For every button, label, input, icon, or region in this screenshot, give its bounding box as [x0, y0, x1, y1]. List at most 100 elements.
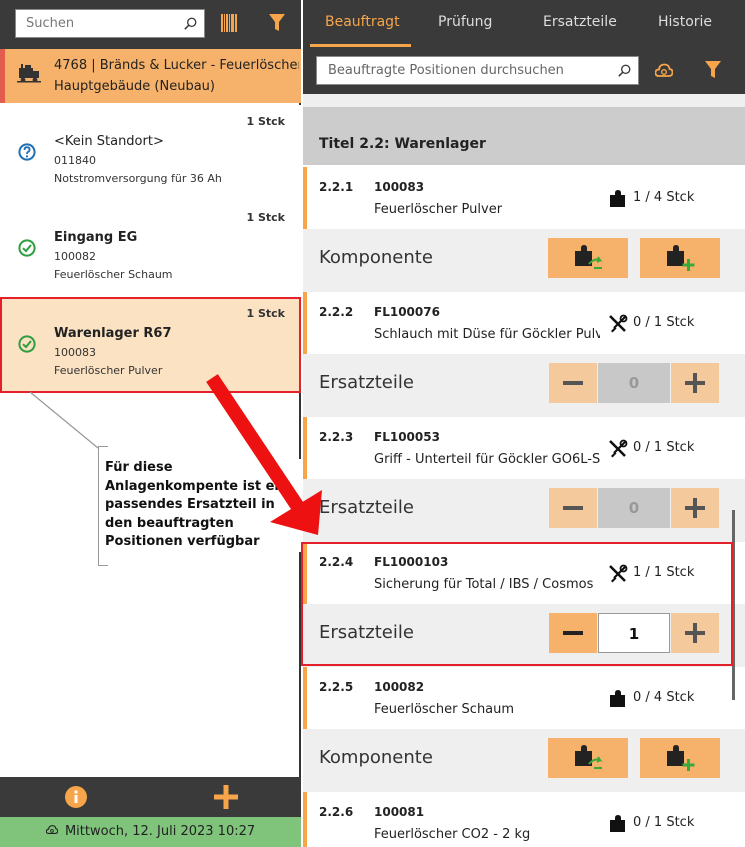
quantity-value[interactable]: 0 [598, 363, 670, 403]
position-number: 2.2.3 [319, 430, 354, 444]
filter-icon[interactable] [705, 61, 721, 79]
location-number: 100083 [54, 346, 96, 359]
question-icon [18, 143, 36, 161]
decrement-button[interactable] [549, 363, 597, 403]
component-swap-button[interactable] [548, 738, 628, 778]
search-icon[interactable] [618, 64, 631, 77]
info-icon[interactable] [65, 786, 87, 808]
location-name: Warenlager R67 [54, 326, 172, 341]
location-desc: Notstromversorgung für 36 Ah [54, 172, 222, 185]
position-article: FL1000103 [374, 555, 449, 569]
spare-parts-label: Ersatzteile [319, 372, 414, 393]
add-icon[interactable] [214, 785, 238, 809]
spare-parts-row: Ersatzteile 0 [303, 479, 745, 542]
position-row[interactable]: 2.2.2 FL100076 Schlauch mit Düse für Göc… [303, 292, 745, 354]
component-swap-button[interactable] [548, 238, 628, 278]
decrement-button[interactable] [549, 488, 597, 528]
cloud-sync-icon[interactable] [655, 62, 673, 80]
location-name: Eingang EG [54, 230, 138, 245]
position-row[interactable]: 2.2.5 100082 Feuerlöscher Schaum 0 / 4 S… [303, 667, 745, 729]
position-number: 2.2.1 [319, 180, 354, 194]
section-title: Titel 2.2: Warenlager [303, 107, 745, 165]
location-item-selected[interactable]: 1 Stck Warenlager R67 100083 Feuerlösche… [0, 297, 301, 393]
barcode-icon[interactable] [221, 14, 237, 32]
location-item[interactable]: 1 Stck <Kein Standort> 011840 Notstromve… [0, 105, 301, 201]
positions-toolbar: Beauftragte Positionen durchsuchen [303, 49, 745, 94]
cloud-sync-icon [45, 825, 58, 834]
left-panel: Suchen 4768 | Bränds & Lucker - Feuerlös… [0, 0, 305, 847]
tab-beauftragt[interactable]: Beauftragt [325, 14, 400, 30]
increment-button[interactable] [671, 363, 719, 403]
position-number: 2.2.6 [319, 805, 354, 819]
position-desc: Schlauch mit Düse für Göckler Pulverlösc… [374, 327, 600, 342]
location-qty: 1 Stck [246, 115, 286, 128]
sync-status-bar: Mittwoch, 12. Juli 2023 10:27 [0, 817, 301, 847]
component-label: Komponente [319, 747, 433, 768]
positions-search-placeholder: Beauftragte Positionen durchsuchen [328, 63, 564, 78]
position-qty: 1 / 1 Stck [633, 565, 695, 580]
location-item[interactable]: 1 Stck Eingang EG 100082 Feuerlöscher Sc… [0, 201, 301, 297]
scrollbar[interactable] [732, 510, 735, 700]
tools-icon [609, 564, 628, 583]
tab-pruefung[interactable]: Prüfung [438, 14, 492, 30]
position-article: 100083 [374, 180, 425, 194]
spare-parts-row: Ersatzteile 1 [303, 604, 745, 667]
active-tab-indicator [310, 44, 411, 47]
component-add-button[interactable] [640, 238, 720, 278]
left-toolbar: Suchen [0, 0, 301, 49]
tab-ersatzteile[interactable]: Ersatzteile [543, 14, 617, 30]
location-name: <Kein Standort> [54, 134, 164, 149]
quantity-value[interactable]: 0 [598, 488, 670, 528]
spare-parts-label: Ersatzteile [319, 497, 414, 518]
annotation-note: Für diese Anlagenkompente ist ein passen… [105, 459, 305, 552]
spare-parts-row: Ersatzteile 0 [303, 354, 745, 417]
position-qty: 0 / 1 Stck [633, 315, 695, 330]
search-icon[interactable] [184, 17, 197, 30]
position-row[interactable]: 2.2.1 100083 Feuerlöscher Pulver 1 / 4 S… [303, 167, 745, 229]
positions-search-input[interactable]: Beauftragte Positionen durchsuchen [316, 56, 639, 85]
spare-parts-label: Ersatzteile [319, 622, 414, 643]
position-row[interactable]: 2.2.6 100081 Feuerlöscher CO2 - 2 kg 0 /… [303, 792, 745, 847]
position-qty: 1 / 4 Stck [633, 190, 695, 205]
tools-icon [609, 439, 628, 458]
status-text: Mittwoch, 12. Juli 2023 10:27 [64, 824, 256, 839]
quantity-value[interactable]: 1 [598, 613, 670, 653]
position-article: 100081 [374, 805, 425, 819]
position-desc: Feuerlöscher Pulver [374, 202, 503, 217]
position-number: 2.2.4 [319, 555, 354, 569]
position-article: FL100053 [374, 430, 440, 444]
puzzle-icon [610, 190, 625, 207]
check-circle-icon [18, 335, 36, 353]
position-number: 2.2.2 [319, 305, 354, 319]
positions-list: Titel 2.2: Warenlager 2.2.1 100083 Feuer… [303, 94, 745, 847]
increment-button[interactable] [671, 488, 719, 528]
component-row: Komponente [303, 229, 745, 292]
customer-header[interactable]: 4768 | Bränds & Lucker - Feuerlöscher Ha… [0, 49, 301, 103]
filter-icon[interactable] [269, 14, 285, 32]
tools-icon [609, 314, 628, 333]
customer-title: 4768 | Bränds & Lucker - Feuerlöscher [54, 58, 299, 73]
component-add-button[interactable] [640, 738, 720, 778]
check-circle-icon [18, 239, 36, 257]
position-desc: Feuerlöscher Schaum [374, 702, 515, 717]
position-desc: Sicherung für Total / IBS / Cosmos [374, 577, 594, 592]
component-label: Komponente [319, 247, 433, 268]
position-row[interactable]: 2.2.4 FL1000103 Sicherung für Total / IB… [303, 542, 745, 604]
position-desc: Feuerlöscher CO2 - 2 kg [374, 827, 531, 842]
position-row[interactable]: 2.2.3 FL100053 Griff - Unterteil für Göc… [303, 417, 745, 479]
increment-button[interactable] [671, 613, 719, 653]
position-desc: Griff - Unterteil für Göckler GÖ6L-Schau… [374, 452, 600, 467]
search-placeholder: Suchen [26, 16, 75, 31]
component-row: Komponente [303, 729, 745, 792]
position-qty: 0 / 1 Stck [633, 440, 695, 455]
right-panel: Beauftragt Prüfung Ersatzteile Historie … [303, 0, 745, 847]
search-input[interactable]: Suchen [15, 9, 205, 38]
position-article: FL100076 [374, 305, 440, 319]
partial-row-top [303, 94, 745, 107]
location-qty: 1 Stck [246, 211, 286, 224]
tab-historie[interactable]: Historie [658, 14, 712, 30]
location-number: 011840 [54, 154, 96, 167]
decrement-button[interactable] [549, 613, 597, 653]
location-qty: 1 Stck [246, 307, 286, 320]
location-desc: Feuerlöscher Schaum [54, 268, 173, 281]
